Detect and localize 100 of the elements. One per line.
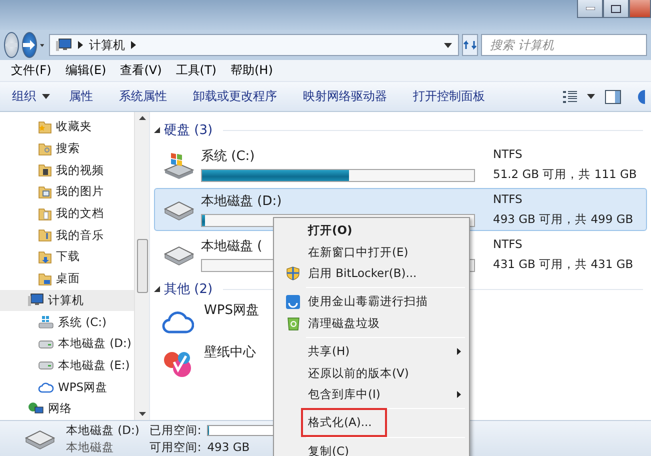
- bin-icon: [286, 316, 300, 331]
- menu-item[interactable]: 工具(T): [168, 60, 224, 80]
- context-menu-item[interactable]: 在新窗口中打开(E): [276, 241, 467, 263]
- view-caret-icon: [587, 94, 595, 99]
- sidebar-item[interactable]: 网络: [0, 398, 134, 420]
- group-header: 其他 (2): [164, 281, 213, 298]
- folder-icon: [38, 142, 52, 156]
- toolbar-button[interactable]: 系统属性: [106, 84, 180, 108]
- sidebar-item[interactable]: 系统 (C:): [0, 311, 134, 333]
- drive-icon: [163, 198, 195, 220]
- toolbar-button[interactable]: 映射网络驱动器: [290, 84, 400, 108]
- maximize-icon: [611, 4, 621, 12]
- collapse-triangle-icon[interactable]: [154, 286, 160, 292]
- sidebar-item[interactable]: WPS网盘: [0, 376, 134, 398]
- drive-name[interactable]: 本地磁盘 (D:): [201, 192, 282, 210]
- filesystem-label: NTFS: [493, 147, 524, 161]
- sidebar-item[interactable]: 下载: [0, 246, 134, 268]
- back-arrow-icon: [5, 40, 18, 50]
- free-space-label: 431 GB 可用，共 431 GB: [493, 257, 634, 272]
- minimize-button[interactable]: [577, 0, 603, 18]
- drive-icon: [38, 338, 54, 349]
- network-icon: [28, 402, 44, 416]
- context-menu-item[interactable]: 共享(H): [276, 340, 467, 362]
- history-caret-icon: [40, 42, 44, 48]
- free-space-label: 493 GB 可用，共 499 GB: [493, 212, 634, 227]
- sidebar-item[interactable]: 我的视频: [0, 159, 134, 182]
- computer-icon: [28, 293, 44, 308]
- chevron-icon: [78, 41, 83, 49]
- toolbar-button[interactable]: 组织: [6, 84, 56, 108]
- computer-icon: [56, 38, 72, 52]
- back-button[interactable]: [4, 32, 19, 58]
- drive-icon: [163, 244, 195, 266]
- toolbar-button[interactable]: 属性: [56, 84, 106, 108]
- free-space-label: 51.2 GB 可用，共 111 GB: [493, 167, 637, 182]
- sidebar-item[interactable]: 搜索: [0, 138, 134, 160]
- sidebar-item[interactable]: 桌面: [0, 268, 134, 290]
- chevron-icon: [131, 41, 136, 49]
- context-menu-item[interactable]: 使用金山毒霸进行扫描: [276, 291, 467, 313]
- forward-button[interactable]: [22, 32, 37, 58]
- toolbar-button[interactable]: 打开控制面板: [400, 84, 498, 108]
- sidebar-item[interactable]: 收藏夹: [0, 116, 134, 138]
- sidebar-item[interactable]: 我的图片: [0, 181, 134, 203]
- sidebar-item[interactable]: 我的文档: [0, 202, 134, 224]
- scrollbar-thumb[interactable]: [136, 239, 148, 293]
- sidebar-item[interactable]: 我的音乐: [0, 224, 134, 246]
- folder-icon: [38, 206, 52, 221]
- scan-icon: [286, 294, 300, 309]
- drive-name[interactable]: 系统 (C:): [201, 147, 255, 165]
- filesystem-label: NTFS: [493, 237, 524, 251]
- folder-icon: [38, 120, 52, 134]
- menu-item[interactable]: 文件(F): [4, 60, 58, 80]
- collapse-triangle-icon[interactable]: [154, 127, 160, 133]
- location-name[interactable]: 壁纸中心: [204, 343, 256, 361]
- breadcrumb-item[interactable]: 计算机: [89, 36, 125, 54]
- sidebar-item[interactable]: 计算机: [0, 290, 134, 312]
- drive-icon: [24, 428, 56, 450]
- submenu-arrow-icon: [457, 390, 461, 398]
- sidebar-item[interactable]: 本地磁盘 (E:): [0, 354, 134, 376]
- preview-pane-icon[interactable]: [605, 90, 621, 104]
- free-space-label: 可用空间:: [149, 440, 202, 454]
- folder-icon: [38, 272, 52, 286]
- minimize-icon: [586, 7, 594, 10]
- toolbar-button[interactable]: 卸载或更改程序: [180, 84, 290, 108]
- menu-item[interactable]: 帮助(H): [224, 60, 280, 80]
- drive-name[interactable]: 本地磁盘 (: [201, 237, 262, 255]
- details-name: 本地磁盘 (D:): [66, 422, 140, 438]
- menu-item[interactable]: 查看(V): [113, 60, 169, 80]
- view-list-icon[interactable]: [563, 90, 577, 104]
- used-space-label: 已用空间:: [149, 422, 202, 438]
- submenu-arrow-icon: [457, 348, 461, 356]
- cloud-icon: [38, 381, 54, 394]
- context-menu-item[interactable]: 还原以前的版本(V): [276, 362, 467, 384]
- scroll-up-icon: [138, 116, 146, 120]
- search-field[interactable]: 搜索 计算机: [481, 34, 647, 56]
- context-menu-item[interactable]: 启用 BitLocker(B)...: [276, 262, 467, 284]
- context-menu-item[interactable]: 复制(C): [276, 440, 467, 456]
- caret-icon: [42, 94, 50, 99]
- location-name[interactable]: WPS网盘: [204, 301, 259, 319]
- address-caret-icon: [444, 42, 452, 48]
- shield-icon: [286, 266, 300, 281]
- filesystem-label: NTFS: [493, 192, 524, 206]
- maximize-button[interactable]: [603, 0, 629, 18]
- refresh-icon: [463, 39, 477, 51]
- cloud-icon: [162, 310, 194, 334]
- address-bar[interactable]: 计算机: [49, 34, 459, 56]
- scrollbar[interactable]: [134, 112, 149, 420]
- group-header: 硬盘 (3): [164, 122, 213, 139]
- free-space-value: 493 GB: [207, 440, 250, 454]
- menu-item[interactable]: 编辑(E): [58, 60, 114, 80]
- sidebar-item[interactable]: 本地磁盘 (D:): [0, 332, 134, 355]
- details-type: 本地磁盘: [66, 440, 115, 454]
- folder-icon: [38, 184, 52, 199]
- folder-icon: [38, 250, 52, 264]
- context-menu-item[interactable]: 包含到库中(I): [276, 384, 467, 406]
- refresh-button[interactable]: [462, 34, 478, 56]
- folder-icon: [38, 163, 52, 178]
- drive-icon: [38, 360, 54, 370]
- scroll-down-icon: [138, 412, 146, 416]
- context-menu-item[interactable]: 清理磁盘垃圾: [276, 312, 467, 334]
- forward-arrow-icon: [23, 40, 36, 50]
